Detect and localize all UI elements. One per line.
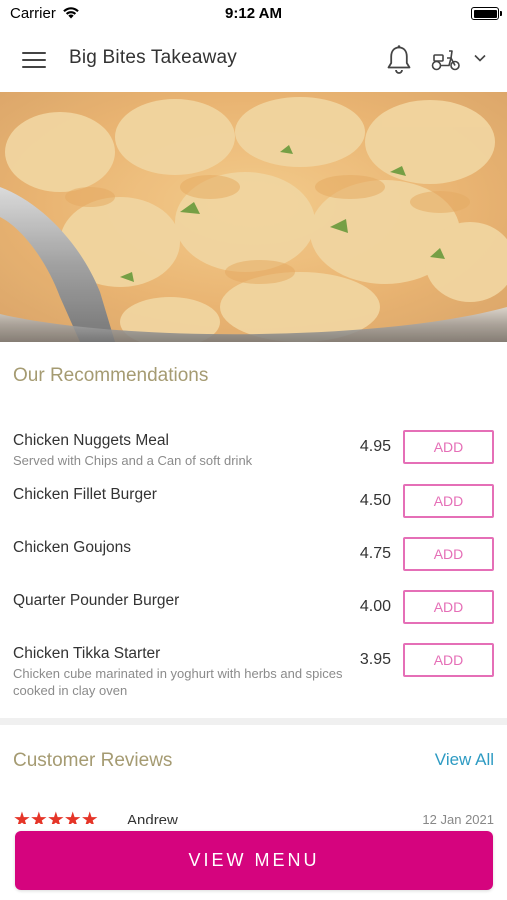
review-item: ★★★★★ Andrew 12 Jan 2021: [0, 808, 507, 824]
section-divider: [0, 718, 507, 725]
add-button[interactable]: ADD: [403, 484, 494, 518]
restaurant-title: Big Bites Takeaway: [69, 47, 238, 68]
view-menu-button[interactable]: VIEW MENU: [15, 831, 493, 890]
item-description: Chicken cube marinated in yoghurt with h…: [13, 666, 343, 698]
item-name: Chicken Nuggets Meal: [13, 432, 169, 449]
add-button[interactable]: ADD: [403, 590, 494, 624]
order-type-dropdown[interactable]: [430, 45, 492, 75]
item-name: Chicken Tikka Starter: [13, 645, 161, 662]
chevron-down-icon: [474, 54, 486, 62]
status-bar: Carrier 9:12 AM: [0, 0, 507, 28]
view-all-reviews-link[interactable]: View All: [435, 750, 494, 770]
item-price: 4.00: [359, 598, 391, 615]
review-date: 12 Jan 2021: [422, 812, 494, 824]
reviewer-name: Andrew: [127, 812, 178, 824]
menu-icon[interactable]: [22, 50, 48, 70]
item-name: Quarter Pounder Burger: [13, 592, 180, 609]
app-header: Big Bites Takeaway: [0, 28, 507, 92]
item-name: Chicken Fillet Burger: [13, 486, 157, 503]
item-name: Chicken Goujons: [13, 539, 132, 556]
add-button[interactable]: ADD: [403, 537, 494, 571]
scooter-icon: [431, 50, 460, 71]
add-button[interactable]: ADD: [403, 643, 494, 677]
star-rating: ★★★★★: [13, 809, 99, 824]
item-price: 3.95: [359, 651, 391, 668]
item-description: Served with Chips and a Can of soft drin…: [13, 453, 253, 468]
item-price: 4.50: [359, 492, 391, 509]
customer-reviews-title: Customer Reviews: [13, 750, 173, 771]
item-price: 4.75: [359, 545, 391, 562]
battery-icon: [471, 7, 502, 20]
item-price: 4.95: [359, 438, 391, 455]
recommendations-title: Our Recommendations: [13, 365, 209, 386]
hero-food-image: [0, 92, 507, 342]
add-button[interactable]: ADD: [403, 430, 494, 464]
status-time: 9:12 AM: [225, 5, 282, 22]
bell-icon[interactable]: [385, 44, 413, 76]
